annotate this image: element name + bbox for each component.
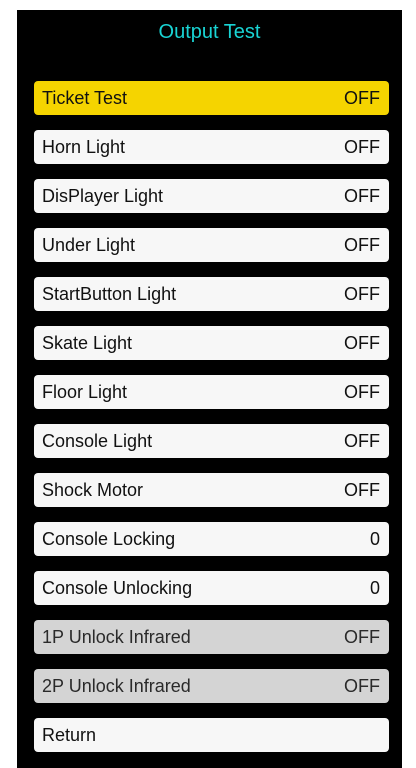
menu-item-value: OFF	[344, 480, 380, 500]
menu-item-label: StartButton Light	[42, 284, 177, 304]
menu-item-label: Skate Light	[42, 333, 133, 353]
menu-item-label: Under Light	[42, 235, 136, 255]
menu-item-label: 1P Unlock Infrared	[42, 627, 191, 647]
return-label: Return	[42, 725, 97, 745]
menu-item-label: DisPlayer Light	[42, 186, 164, 206]
menu-item-value: OFF	[344, 382, 380, 402]
menu-item-value: OFF	[344, 627, 380, 647]
menu-item-label: Horn Light	[42, 137, 126, 157]
menu-item-label: Console Unlocking	[42, 578, 193, 598]
menu-item-value: OFF	[344, 186, 380, 206]
page-title: Output Test	[158, 21, 261, 43]
menu-item-label: Floor Light	[42, 382, 128, 402]
menu-item-value: OFF	[344, 235, 380, 255]
menu-item-ticket-test[interactable]: Ticket Test OFF	[34, 81, 389, 115]
menu-item-value: OFF	[344, 431, 380, 451]
menu-item-console-unlocking[interactable]: Console Unlocking 0	[34, 571, 389, 605]
menu-item-skate-light[interactable]: Skate Light OFF	[34, 326, 389, 360]
menu-item-value: OFF	[344, 137, 380, 157]
menu-item-value: 0	[369, 578, 380, 598]
menu-item-value: OFF	[344, 333, 380, 353]
menu-item-value: OFF	[344, 88, 380, 108]
output-test-panel: Output Test Ticket Test OFF Horn Light O…	[17, 10, 402, 768]
menu-item-startbutton-light[interactable]: StartButton Light OFF	[34, 277, 389, 311]
menu-item-value: OFF	[344, 676, 380, 696]
menu-item-shock-motor[interactable]: Shock Motor OFF	[34, 473, 389, 507]
menu-item-displayer-light[interactable]: DisPlayer Light OFF	[34, 179, 389, 213]
return-button[interactable]: Return	[34, 718, 389, 752]
menu-item-horn-light[interactable]: Horn Light OFF	[34, 130, 389, 164]
menu-item-label: 2P Unlock Infrared	[42, 676, 191, 696]
menu-item-console-locking[interactable]: Console Locking 0	[34, 522, 389, 556]
menu-item-label: Shock Motor	[42, 480, 144, 500]
menu-item-under-light[interactable]: Under Light OFF	[34, 228, 389, 262]
menu-item-2p-unlock-infrared: 2P Unlock Infrared OFF	[34, 669, 389, 703]
menu-item-floor-light[interactable]: Floor Light OFF	[34, 375, 389, 409]
menu-item-console-light[interactable]: Console Light OFF	[34, 424, 389, 458]
menu-item-value: OFF	[344, 284, 380, 304]
output-test-menu: Ticket Test OFF Horn Light OFF DisPlayer…	[34, 81, 389, 767]
menu-item-label: Ticket Test	[42, 88, 128, 108]
menu-item-1p-unlock-infrared: 1P Unlock Infrared OFF	[34, 620, 389, 654]
menu-item-label: Console Locking	[42, 529, 176, 549]
menu-item-value: 0	[369, 529, 380, 549]
menu-item-label: Console Light	[42, 431, 153, 451]
